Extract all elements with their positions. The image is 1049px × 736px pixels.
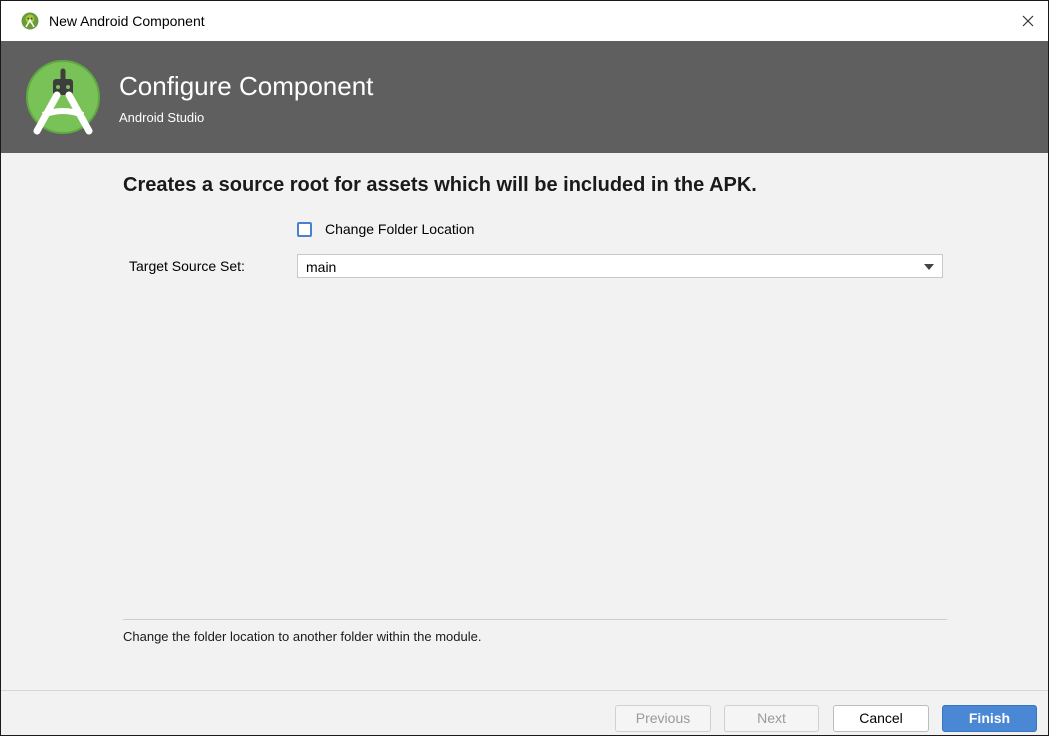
next-button[interactable]: Next	[724, 705, 819, 732]
description-headline: Creates a source root for assets which w…	[123, 174, 757, 196]
target-source-set-select[interactable]: main	[297, 254, 943, 278]
android-studio-logo-icon	[23, 57, 103, 137]
select-value: main	[306, 259, 337, 275]
help-text: Change the folder location to another fo…	[123, 629, 482, 644]
dialog-footer: Previous Next Cancel Finish	[1, 690, 1048, 735]
android-studio-icon	[21, 12, 39, 30]
finish-button[interactable]: Finish	[942, 705, 1037, 732]
target-source-set-label: Target Source Set:	[129, 258, 245, 274]
previous-button[interactable]: Previous	[615, 705, 711, 732]
divider	[123, 619, 947, 620]
page-subtitle: Android Studio	[119, 110, 205, 125]
cancel-button[interactable]: Cancel	[833, 705, 929, 732]
change-folder-location-checkbox[interactable]: Change Folder Location	[297, 219, 474, 239]
checkbox-box[interactable]	[297, 221, 312, 237]
header-banner: Configure Component Android Studio	[1, 41, 1048, 153]
close-icon[interactable]	[1014, 7, 1042, 35]
chevron-down-icon[interactable]	[924, 264, 934, 270]
page-title: Configure Component	[119, 71, 374, 101]
checkbox-label: Change Folder Location	[325, 221, 475, 237]
dialog-window: New Android Component Configure Componen…	[0, 0, 1049, 736]
window-title: New Android Component	[49, 13, 205, 29]
title-bar: New Android Component	[1, 1, 1048, 41]
